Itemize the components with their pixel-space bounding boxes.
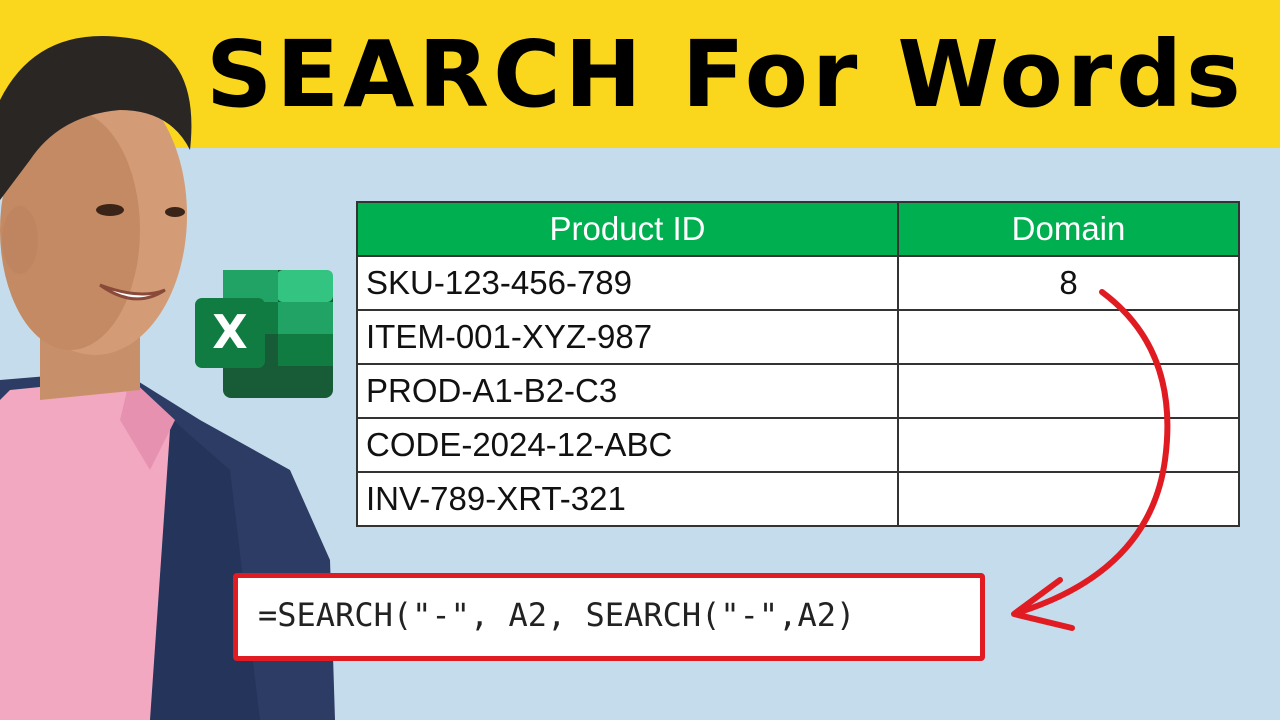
formula-box: =SEARCH("-", A2, SEARCH("-",A2) [233, 573, 985, 661]
formula-text: =SEARCH("-", A2, SEARCH("-",A2) [258, 596, 856, 634]
header-row: Product ID Domain [356, 201, 1240, 257]
excel-logo-icon: X [195, 270, 333, 398]
banner-title: SEARCH For Words [206, 21, 1245, 128]
cell[interactable]: CODE-2024-12-ABC [356, 417, 899, 473]
cell[interactable]: PROD-A1-B2-C3 [356, 363, 899, 419]
excel-letter: X [212, 305, 247, 359]
cell[interactable]: SKU-123-456-789 [356, 255, 899, 311]
column-header[interactable]: Domain [897, 201, 1240, 257]
cell[interactable]: ITEM-001-XYZ-987 [356, 309, 899, 365]
curved-arrow-icon [1011, 289, 1171, 631]
column-header[interactable]: Product ID [356, 201, 899, 257]
cell[interactable]: INV-789-XRT-321 [356, 471, 899, 527]
